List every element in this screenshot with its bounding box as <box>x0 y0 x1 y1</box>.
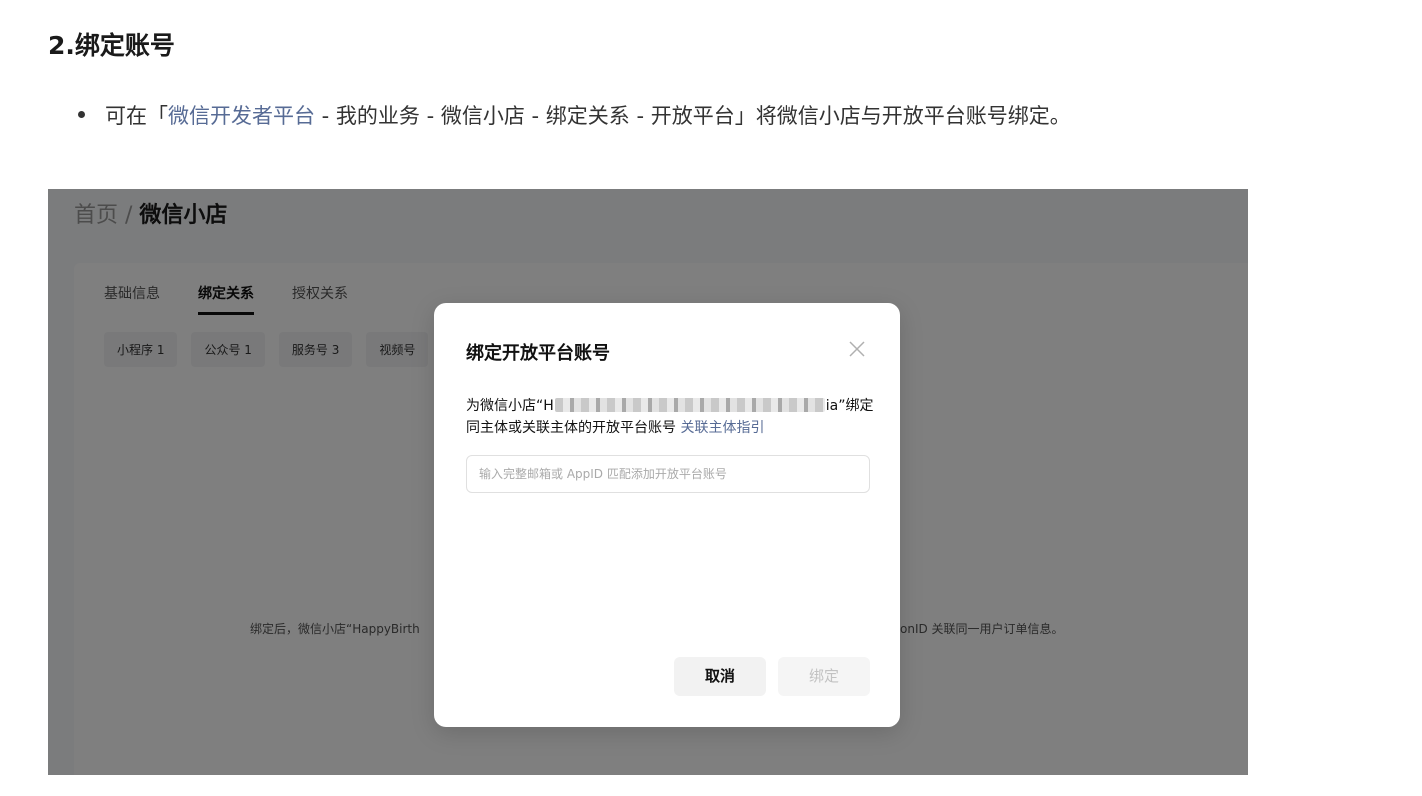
developer-platform-link[interactable]: 微信开发者平台 <box>168 104 315 128</box>
dialog-description: 为微信小店“H ia”绑定 同主体或关联主体的开放平台账号 关联主体指引 <box>466 395 876 439</box>
bullet-dot <box>78 111 85 118</box>
bind-button[interactable]: 绑定 <box>778 657 870 696</box>
section-heading: 2.绑定账号 <box>48 31 175 60</box>
bind-account-dialog: 绑定开放平台账号 为微信小店“H ia”绑定 同主体或关联主体的开放平台账号 关联… <box>434 303 900 727</box>
instruction-prefix: 可在「 <box>105 104 168 128</box>
desc-prefix: 为微信小店“H <box>466 398 554 414</box>
instruction-text: 可在「微信开发者平台 - 我的业务 - 微信小店 - 绑定关系 - 开放平台」将… <box>105 104 1071 128</box>
related-entity-guide-link[interactable]: 关联主体指引 <box>680 420 764 436</box>
dialog-title: 绑定开放平台账号 <box>466 343 610 364</box>
masked-shop-name <box>554 398 825 412</box>
close-icon[interactable] <box>844 336 870 362</box>
appid-search-input[interactable] <box>466 455 870 493</box>
desc-suffix: ia”绑定 <box>825 398 874 414</box>
cancel-button[interactable]: 取消 <box>674 657 766 696</box>
desc-line2: 同主体或关联主体的开放平台账号 <box>466 420 681 436</box>
instruction-bullet: 可在「微信开发者平台 - 我的业务 - 微信小店 - 绑定关系 - 开放平台」将… <box>78 100 1071 130</box>
instruction-suffix: - 我的业务 - 微信小店 - 绑定关系 - 开放平台」将微信小店与开放平台账号… <box>315 104 1071 128</box>
